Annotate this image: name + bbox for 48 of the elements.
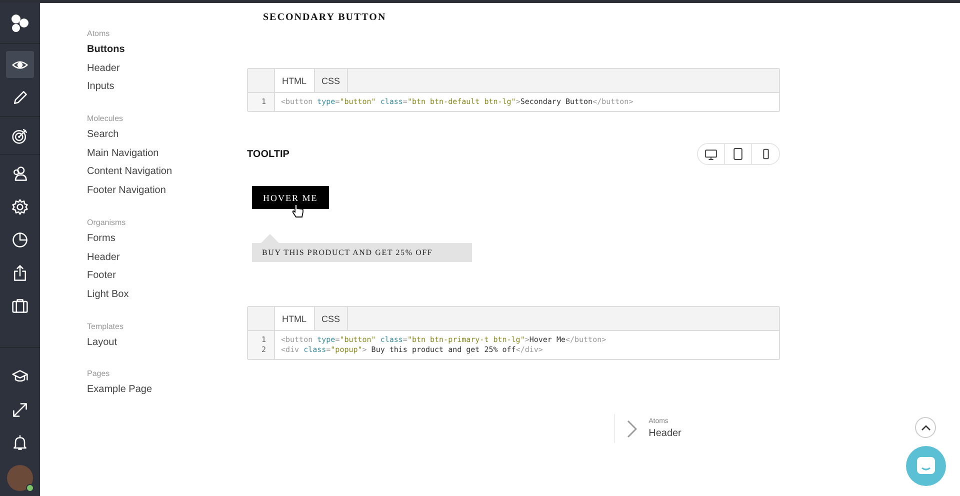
- nav-link[interactable]: Layout: [87, 336, 247, 356]
- nav-heading: Atoms: [87, 29, 111, 38]
- tablet-icon: [731, 147, 745, 161]
- briefcase-icon: [11, 296, 29, 314]
- nav-link[interactable]: Main Navigation: [87, 148, 247, 166]
- nav-link[interactable]: Footer Navigation: [87, 185, 247, 204]
- users-icon: [11, 164, 29, 182]
- chevron-right-icon: [626, 420, 637, 438]
- target-icon: [11, 126, 29, 144]
- hover-me-button[interactable]: HOVER ME: [252, 186, 329, 209]
- chat-icon: [915, 455, 937, 477]
- code-tab[interactable]: CSS: [314, 307, 348, 330]
- nav-link[interactable]: Inputs: [87, 81, 247, 100]
- settings-icon: [11, 198, 29, 216]
- section-title: SECONDARY BUTTON: [263, 12, 388, 23]
- pencil-icon: [11, 88, 29, 106]
- nav-heading: Pages: [87, 369, 111, 378]
- nav-link[interactable]: Light Box: [87, 288, 247, 308]
- logo-icon: [10, 13, 30, 33]
- nav-link[interactable]: Buttons: [87, 44, 247, 63]
- code-tab[interactable]: HTML: [275, 307, 314, 330]
- nav-link[interactable]: Search: [87, 129, 247, 148]
- code-tab[interactable]: HTML: [275, 69, 314, 92]
- nav-link[interactable]: Example Page: [87, 384, 247, 403]
- code-tab[interactable]: CSS: [314, 69, 348, 92]
- rail-button[interactable]: [6, 51, 34, 78]
- scroll-top-button[interactable]: [915, 417, 936, 438]
- nav-heading: Organisms: [87, 218, 127, 227]
- expand-icon: [11, 400, 29, 418]
- nav-heading: Templates: [87, 322, 124, 331]
- chevron-up-icon: [920, 424, 930, 430]
- avatar[interactable]: [7, 465, 33, 491]
- next-title: Header: [648, 428, 682, 439]
- tooltip-text: BUY THIS PRODUCT AND GET 25% OFF: [262, 248, 433, 257]
- desktop-icon: [704, 147, 718, 161]
- pie-chart-icon: [11, 230, 29, 248]
- device-button[interactable]: [698, 144, 725, 164]
- nav-link[interactable]: Header: [87, 62, 247, 82]
- nav-link[interactable]: Footer: [87, 270, 247, 289]
- section-title: TOOLTIP: [247, 148, 290, 160]
- hand-cursor-icon: [292, 204, 304, 218]
- nav-link[interactable]: Forms: [87, 232, 247, 252]
- nav-heading: Molecules: [87, 114, 124, 124]
- share-icon: [11, 264, 29, 282]
- bell-icon: [11, 434, 29, 452]
- online-dot: [26, 484, 34, 492]
- nav-link[interactable]: Content Navigation: [87, 166, 247, 186]
- nav-link[interactable]: Header: [87, 252, 247, 270]
